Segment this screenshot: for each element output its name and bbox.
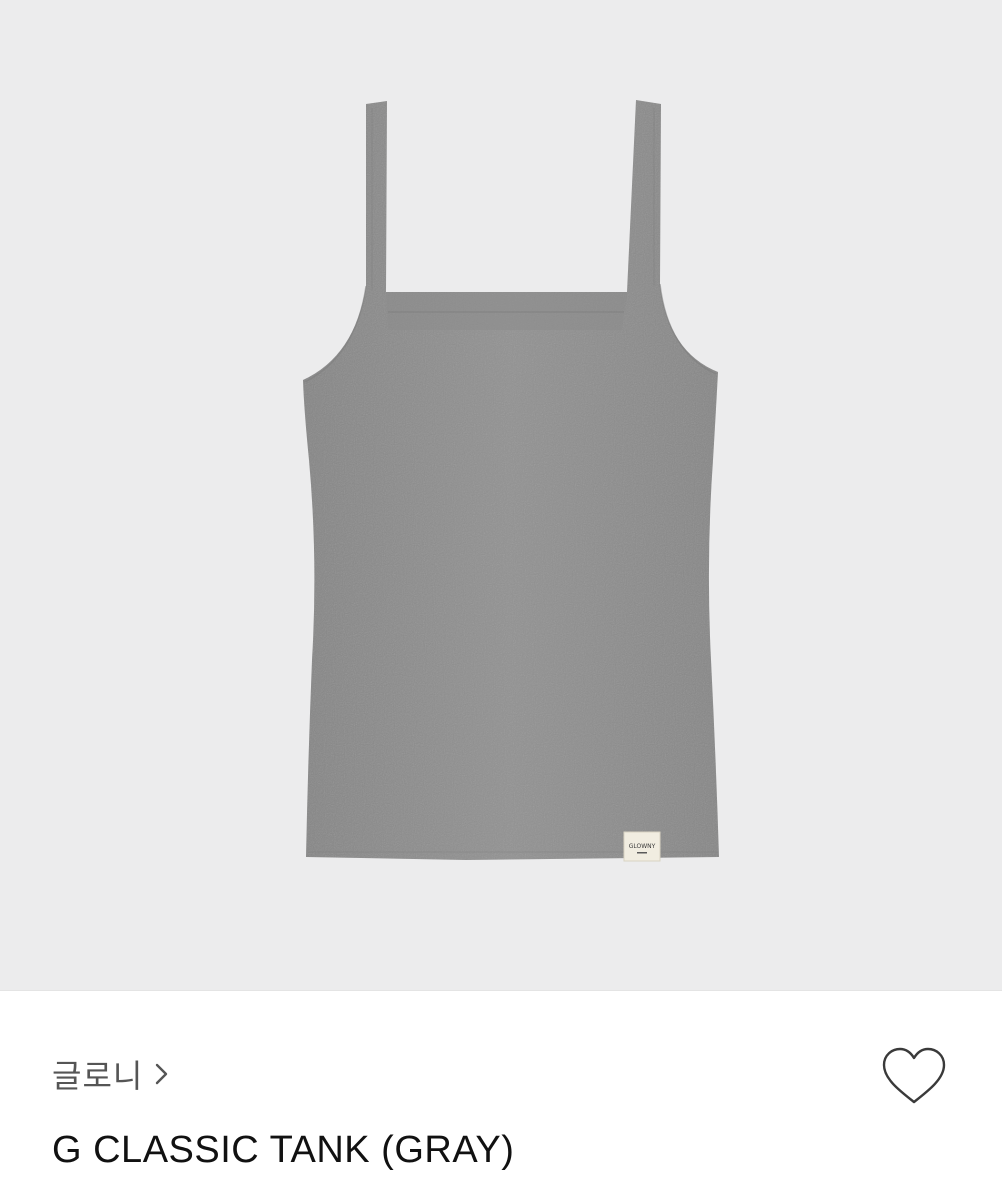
tank-top-body: [303, 100, 719, 860]
product-image[interactable]: GLOWNY: [0, 0, 1002, 990]
garment-label: GLOWNY: [623, 831, 661, 862]
heart-outline-icon: [882, 1047, 946, 1104]
wishlist-button[interactable]: [880, 1046, 948, 1108]
chevron-right-icon: [155, 1062, 169, 1090]
tank-top-illustration: GLOWNY: [303, 100, 719, 862]
svg-text:GLOWNY: GLOWNY: [629, 843, 656, 850]
brand-name: 글로니: [52, 1057, 144, 1095]
neckline-trim: [386, 292, 627, 330]
product-info: 글로니 G CLASSIC TANK (GRAY): [0, 991, 1002, 1200]
product-title: G CLASSIC TANK (GRAY): [52, 1129, 515, 1171]
brand-link[interactable]: 글로니: [52, 1051, 169, 1097]
